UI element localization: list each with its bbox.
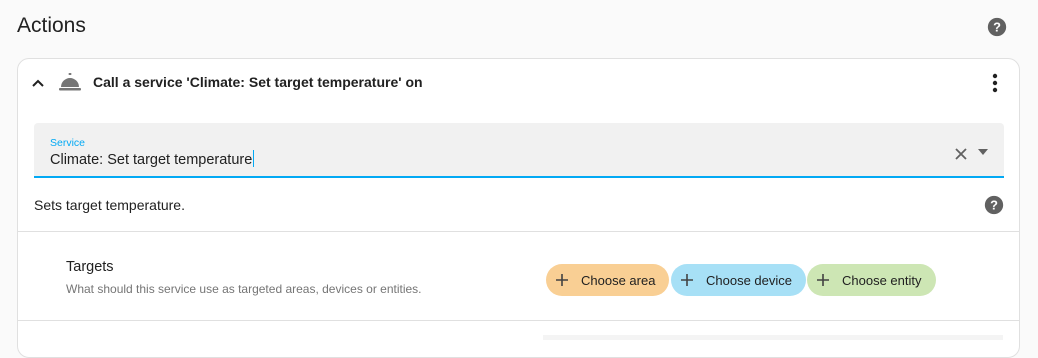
divider	[18, 231, 1019, 232]
menu-down-icon[interactable]	[976, 147, 990, 157]
chip-label: Choose entity	[842, 272, 922, 288]
service-input[interactable]: Climate: Set target temperature	[50, 150, 255, 168]
help-icon[interactable]: ?	[983, 194, 1005, 216]
chip-label: Choose device	[706, 272, 792, 288]
concierge-bell-icon	[59, 73, 81, 91]
targets-description: What should this service use as targeted…	[66, 282, 422, 296]
svg-text:?: ?	[993, 20, 1001, 35]
choose-device-button[interactable]: Choose device	[671, 264, 806, 296]
page-title: Actions	[17, 14, 86, 37]
dots-vertical-icon[interactable]	[985, 71, 1005, 95]
targets-title: Targets	[66, 259, 114, 275]
plus-icon	[681, 274, 693, 286]
plus-icon	[817, 274, 829, 286]
choose-entity-button[interactable]: Choose entity	[807, 264, 936, 296]
action-title[interactable]: Call a service 'Climate: Set target temp…	[93, 74, 423, 90]
close-icon[interactable]	[953, 146, 969, 162]
service-description: Sets target temperature.	[34, 197, 185, 213]
choose-area-button[interactable]: Choose area	[546, 264, 670, 296]
plus-icon	[556, 274, 568, 286]
divider	[18, 320, 1019, 321]
service-label: Service	[50, 137, 86, 149]
help-icon[interactable]: ?	[986, 16, 1008, 38]
service-value-text: Climate: Set target temperature	[50, 152, 253, 168]
service-select[interactable]: Service Climate: Set target temperature	[34, 123, 1004, 178]
chevron-up-icon[interactable]	[30, 75, 46, 91]
chip-label: Choose area	[581, 272, 656, 288]
text-caret	[253, 150, 255, 167]
svg-text:?: ?	[990, 198, 998, 213]
next-field[interactable]	[543, 335, 1003, 340]
